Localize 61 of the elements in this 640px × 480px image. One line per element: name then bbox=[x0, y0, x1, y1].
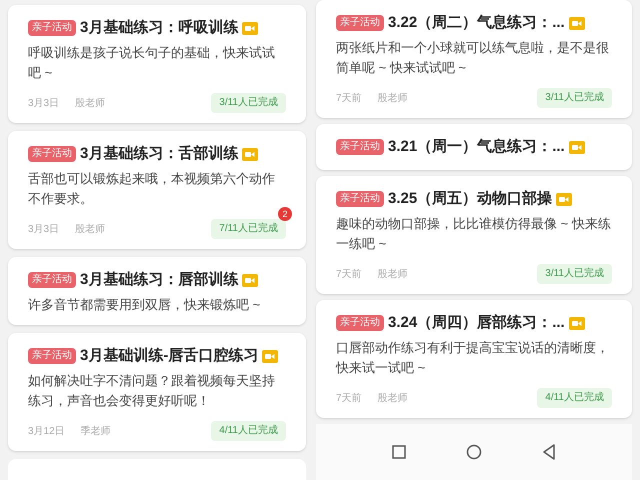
progress-badge: 3/11人已完成 bbox=[211, 93, 286, 113]
video-icon bbox=[242, 22, 258, 34]
home-icon[interactable] bbox=[466, 444, 482, 460]
activity-tag: 亲子活动 bbox=[336, 15, 384, 31]
card-title: 3月基础练习：舌部训练 bbox=[80, 144, 238, 164]
card-date: 3月3日 bbox=[28, 222, 60, 236]
teacher-name: 殷老师 bbox=[378, 392, 408, 406]
card-title: 3.21（周一）气息练习：... bbox=[388, 136, 565, 157]
activity-tag: 亲子活动 bbox=[28, 272, 76, 288]
activity-tag: 亲子活动 bbox=[28, 348, 76, 364]
teacher-name: 殷老师 bbox=[378, 268, 408, 282]
card-description: 呼吸训练是孩子说长句子的基础，快来试试吧 ~ bbox=[28, 44, 276, 82]
video-icon bbox=[556, 192, 572, 206]
card-title: 3.22（周二）气息练习：... bbox=[388, 12, 565, 33]
notification-badge: 2 bbox=[278, 207, 292, 221]
activity-tag: 亲子活动 bbox=[28, 146, 76, 162]
back-icon[interactable] bbox=[542, 444, 556, 460]
activity-card[interactable]: 亲子活动 3月基础练习：舌部训练 舌部也可以锻炼起来哦，本视频第六个动作不作要求。 3月3日 殷老师 7/11人已完成 2 bbox=[8, 131, 306, 249]
teacher-name: 季老师 bbox=[80, 424, 111, 438]
card-title: 3月基础训练-唇舌口腔练习 bbox=[80, 346, 258, 366]
activity-card[interactable]: 亲子活动 3月基础练习：呼吸训练 呼吸训练是孩子说长句子的基础，快来试试吧 ~ 3月3日 殷老师 3/11人已完成 bbox=[8, 5, 306, 123]
activity-tag: 亲子活动 bbox=[336, 191, 384, 207]
card-description: 如何解决吐字不清问题？跟着视频每天坚持练习，声音也会变得更好听呢！ bbox=[28, 372, 276, 410]
progress-badge: 3/11人已完成 bbox=[537, 264, 612, 284]
card-date: 7天前 bbox=[336, 92, 362, 106]
teacher-name: 殷老师 bbox=[75, 96, 106, 110]
activity-card[interactable]: 亲子活动 3.24（周四）唇部练习：... 口唇部动作练习有利于提高宝宝说话的清晰度，快来试一试吧 ~ 7天前 殷老师 4/11人已完成 bbox=[316, 300, 632, 418]
activity-card[interactable]: 亲子活动 3月基础练习：唇部训练 许多音节都需要用到双唇，快来锻炼吧 ~ bbox=[8, 257, 306, 325]
progress-badge: 4/11人已完成 bbox=[537, 388, 612, 408]
teacher-name: 殷老师 bbox=[378, 92, 408, 106]
progress-badge: 7/11人已完成 bbox=[211, 219, 286, 239]
activity-tag: 亲子活动 bbox=[336, 315, 384, 331]
progress-badge: 4/11人已完成 bbox=[211, 421, 286, 441]
card-title: 3月基础练习：唇部训练 bbox=[80, 270, 238, 290]
recent-apps-icon[interactable] bbox=[392, 445, 406, 459]
video-icon bbox=[242, 274, 258, 286]
card-description: 舌部也可以锻炼起来哦，本视频第六个动作不作要求。 bbox=[28, 170, 276, 208]
card-date: 7天前 bbox=[336, 392, 362, 406]
card-description: 许多音节都需要用到双唇，快来锻炼吧 ~ bbox=[28, 296, 262, 314]
video-icon bbox=[568, 16, 585, 30]
progress-badge: 3/11人已完成 bbox=[537, 88, 612, 108]
activity-tag: 亲子活动 bbox=[336, 139, 384, 155]
activity-card[interactable]: 亲子活动 3.21（周一）气息练习：... bbox=[316, 124, 632, 170]
activity-card[interactable]: 亲子活动 3.25（周五）动物口部操 趣味的动物口部操，比比谁模仿得最像 ~ 快来练一练吧 ~ 7天前 殷老师 3/11人已完成 bbox=[316, 176, 632, 294]
activity-tag: 亲子活动 bbox=[28, 20, 76, 36]
card-title: 3月基础练习：呼吸训练 bbox=[80, 18, 238, 38]
card-title: 3.25（周五）动物口部操 bbox=[388, 188, 552, 209]
video-icon bbox=[568, 316, 585, 330]
card-date: 3月12日 bbox=[28, 424, 65, 438]
card-date: 3月3日 bbox=[28, 96, 60, 110]
video-icon bbox=[568, 140, 585, 154]
card-description: 两张纸片和一个小球就可以练气息啦，是不是很简单呢 ~ 快来试试吧 ~ bbox=[336, 39, 610, 77]
activity-card[interactable]: 亲子活动 3月基础训练-唇舌口腔练习 如何解决吐字不清问题？跟着视频每天坚持练习，声音也会变得更好听呢！ 3月12日 季老师 4/11人已完成 bbox=[8, 333, 306, 451]
video-icon bbox=[242, 148, 258, 160]
teacher-name: 殷老师 bbox=[75, 222, 106, 236]
card-date: 7天前 bbox=[336, 268, 362, 282]
card-title: 3.24（周四）唇部练习：... bbox=[388, 312, 565, 333]
card-description: 趣味的动物口部操，比比谁模仿得最像 ~ 快来练一练吧 ~ bbox=[336, 215, 612, 253]
video-icon bbox=[262, 350, 278, 362]
card-description: 口唇部动作练习有利于提高宝宝说话的清晰度，快来试一试吧 ~ bbox=[336, 339, 610, 377]
activity-card[interactable]: 亲子活动 3.22（周二）气息练习：... 两张纸片和一个小球就可以练气息啦，是不是很简单呢 ~ 快来试试吧 ~ 7天前 殷老师 3/11人已完成 bbox=[316, 0, 632, 118]
